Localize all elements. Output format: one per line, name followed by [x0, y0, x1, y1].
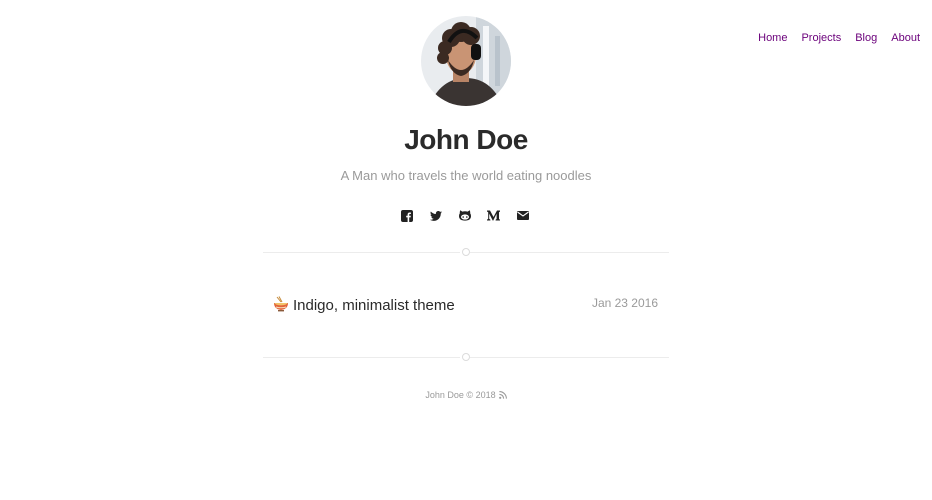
- avatar-photo: [421, 16, 511, 106]
- avatar: [421, 16, 511, 106]
- twitter-icon[interactable]: [429, 209, 442, 222]
- list-item: Indigo, minimalist theme Jan 23 2016: [273, 295, 658, 317]
- rss-icon[interactable]: [498, 391, 507, 399]
- email-icon[interactable]: [516, 209, 529, 222]
- facebook-icon[interactable]: [400, 209, 413, 222]
- medium-icon[interactable]: [487, 209, 500, 222]
- nav-about-link[interactable]: About: [891, 32, 920, 44]
- top-nav: Home Projects Blog About: [744, 32, 920, 44]
- nav-home-link[interactable]: Home: [758, 32, 787, 44]
- social-links: [400, 209, 529, 222]
- tagline: A Man who travels the world eating noodl…: [340, 168, 592, 183]
- github-icon[interactable]: [458, 209, 471, 222]
- post-title-link[interactable]: Indigo, minimalist theme: [293, 297, 455, 314]
- post-date: Jan 23 2016: [591, 296, 658, 310]
- noodle-bowl-icon: [273, 296, 289, 312]
- footer-copyright: John Doe © 2018: [425, 390, 496, 400]
- nav-projects-link[interactable]: Projects: [801, 32, 841, 44]
- divider: [263, 248, 669, 256]
- divider: [263, 353, 669, 361]
- page-title: John Doe: [404, 124, 528, 155]
- footer: John Doe © 2018: [0, 390, 932, 400]
- page: Home Projects Blog About John Doe A Man …: [0, 0, 932, 500]
- nav-blog-link[interactable]: Blog: [855, 32, 877, 44]
